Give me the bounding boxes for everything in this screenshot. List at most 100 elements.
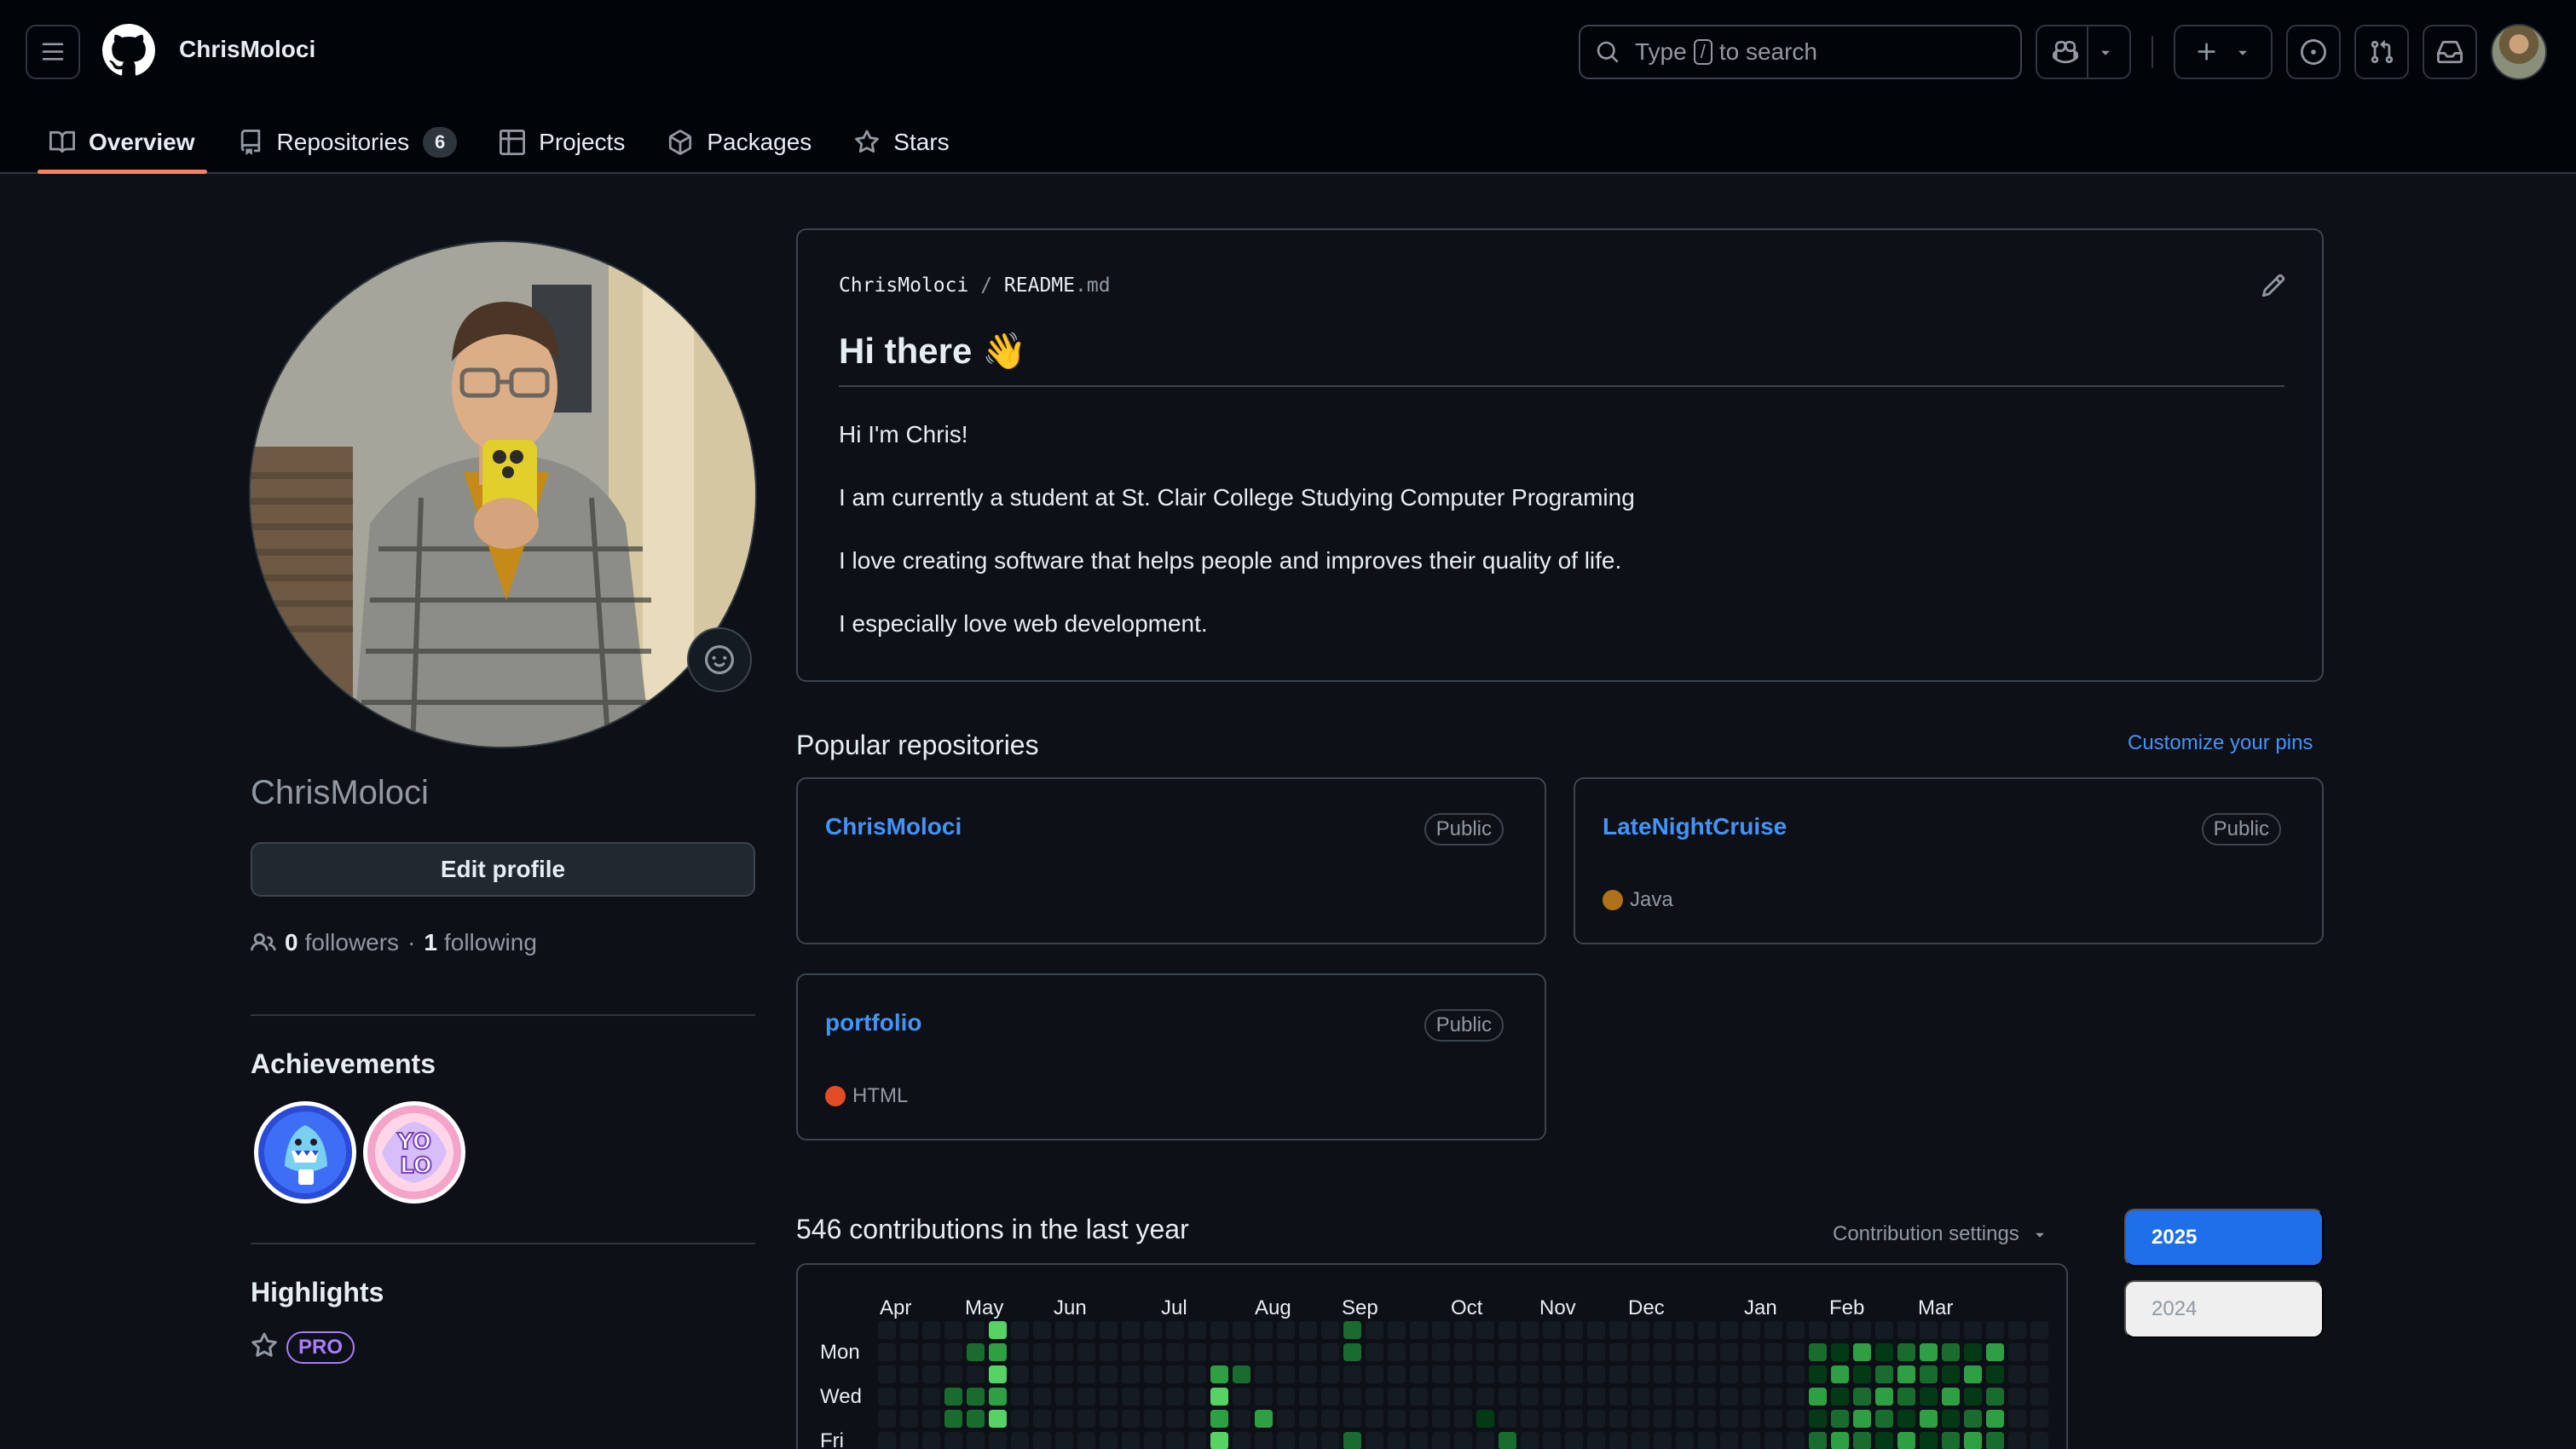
issues-button[interactable] (2286, 25, 2341, 79)
menu-button[interactable] (26, 25, 80, 79)
contribution-day-cell[interactable] (1166, 1410, 1184, 1428)
repo-name-link[interactable]: LateNightCruise (1603, 813, 1787, 840)
contribution-day-cell[interactable] (1986, 1343, 2004, 1361)
contribution-day-cell[interactable] (1410, 1343, 1428, 1361)
contribution-day-cell[interactable] (1609, 1432, 1627, 1449)
contribution-day-cell[interactable] (1787, 1432, 1805, 1449)
contribution-day-cell[interactable] (1720, 1365, 1738, 1383)
contribution-day-cell[interactable] (1122, 1432, 1140, 1449)
contribution-day-cell[interactable] (1831, 1365, 1849, 1383)
contribution-day-cell[interactable] (1897, 1388, 1915, 1406)
contribution-day-cell[interactable] (1277, 1321, 1295, 1339)
contribution-day-cell[interactable] (1964, 1410, 1982, 1428)
contribution-day-cell[interactable] (1543, 1343, 1561, 1361)
contribution-day-cell[interactable] (1033, 1388, 1051, 1406)
contribution-day-cell[interactable] (2030, 1321, 2048, 1339)
contribution-day-cell[interactable] (1698, 1321, 1716, 1339)
contribution-day-cell[interactable] (1853, 1388, 1871, 1406)
contribution-day-cell[interactable] (1166, 1343, 1184, 1361)
contribution-day-cell[interactable] (1986, 1388, 2004, 1406)
contribution-day-cell[interactable] (1011, 1410, 1029, 1428)
contribution-day-cell[interactable] (1587, 1365, 1605, 1383)
contribution-day-cell[interactable] (1100, 1365, 1118, 1383)
contribution-day-cell[interactable] (1188, 1321, 1206, 1339)
following-link[interactable]: 1 following (424, 929, 537, 956)
tab-stars[interactable]: Stars (842, 113, 961, 172)
contribution-day-cell[interactable] (1742, 1388, 1760, 1406)
contribution-day-cell[interactable] (1321, 1365, 1339, 1383)
contribution-day-cell[interactable] (1920, 1388, 1938, 1406)
contribution-day-cell[interactable] (1654, 1365, 1672, 1383)
contribution-day-cell[interactable] (1654, 1410, 1672, 1428)
contribution-day-cell[interactable] (1299, 1410, 1317, 1428)
contribution-day-cell[interactable] (1765, 1343, 1782, 1361)
contribution-day-cell[interactable] (1875, 1343, 1893, 1361)
contribution-day-cell[interactable] (1277, 1388, 1295, 1406)
contribution-day-cell[interactable] (1853, 1432, 1871, 1449)
contribution-day-cell[interactable] (1964, 1432, 1982, 1449)
contribution-day-cell[interactable] (1720, 1343, 1738, 1361)
contribution-day-cell[interactable] (1720, 1321, 1738, 1339)
contribution-day-cell[interactable] (1011, 1388, 1029, 1406)
contribution-day-cell[interactable] (878, 1410, 896, 1428)
contribution-day-cell[interactable] (1920, 1365, 1938, 1383)
contribution-day-cell[interactable] (1144, 1432, 1162, 1449)
user-avatar[interactable] (2491, 24, 2547, 80)
contribution-day-cell[interactable] (1897, 1410, 1915, 1428)
contribution-day-cell[interactable] (1100, 1321, 1118, 1339)
contribution-day-cell[interactable] (2008, 1321, 2026, 1339)
contribution-day-cell[interactable] (1565, 1343, 1583, 1361)
contribution-day-cell[interactable] (1166, 1432, 1184, 1449)
contribution-day-cell[interactable] (989, 1365, 1007, 1383)
contribution-day-cell[interactable] (1410, 1365, 1428, 1383)
contribution-day-cell[interactable] (1809, 1410, 1827, 1428)
contribution-day-cell[interactable] (1077, 1343, 1095, 1361)
contribution-day-cell[interactable] (1609, 1343, 1627, 1361)
contribution-day-cell[interactable] (1875, 1410, 1893, 1428)
contribution-day-cell[interactable] (900, 1365, 918, 1383)
contribution-day-cell[interactable] (1476, 1365, 1494, 1383)
contribution-day-cell[interactable] (1875, 1365, 1893, 1383)
contribution-day-cell[interactable] (1299, 1321, 1317, 1339)
repo-name-link[interactable]: ChrisMoloci (825, 813, 962, 840)
contribution-day-cell[interactable] (1831, 1388, 1849, 1406)
contribution-day-cell[interactable] (1343, 1410, 1361, 1428)
contribution-day-cell[interactable] (1210, 1365, 1228, 1383)
contribution-day-cell[interactable] (1609, 1365, 1627, 1383)
contribution-day-cell[interactable] (900, 1343, 918, 1361)
followers-link[interactable]: 0 followers (285, 929, 399, 956)
contribution-day-cell[interactable] (1698, 1388, 1716, 1406)
contribution-day-cell[interactable] (1654, 1432, 1672, 1449)
readme-path-user[interactable]: ChrisMoloci (839, 274, 968, 297)
contribution-day-cell[interactable] (1233, 1321, 1250, 1339)
contribution-day-cell[interactable] (1742, 1365, 1760, 1383)
contribution-day-cell[interactable] (2030, 1410, 2048, 1428)
contribution-day-cell[interactable] (1565, 1321, 1583, 1339)
contribution-day-cell[interactable] (900, 1410, 918, 1428)
contribution-day-cell[interactable] (1521, 1343, 1539, 1361)
contribution-day-cell[interactable] (878, 1388, 896, 1406)
contribution-day-cell[interactable] (900, 1388, 918, 1406)
contribution-day-cell[interactable] (1033, 1365, 1051, 1383)
contribution-day-cell[interactable] (1343, 1432, 1361, 1449)
contribution-day-cell[interactable] (1521, 1432, 1539, 1449)
contribution-day-cell[interactable] (1809, 1432, 1827, 1449)
contribution-day-cell[interactable] (1499, 1321, 1516, 1339)
contribution-day-cell[interactable] (1875, 1432, 1893, 1449)
contribution-day-cell[interactable] (989, 1321, 1007, 1339)
contribution-day-cell[interactable] (1499, 1365, 1516, 1383)
contribution-day-cell[interactable] (2008, 1432, 2026, 1449)
contribution-day-cell[interactable] (1698, 1343, 1716, 1361)
contribution-settings-button[interactable]: Contribution settings (1833, 1222, 2048, 1246)
contribution-day-cell[interactable] (1787, 1410, 1805, 1428)
contribution-day-cell[interactable] (1033, 1321, 1051, 1339)
readme-path-file[interactable]: README (1004, 274, 1075, 297)
contribution-day-cell[interactable] (1787, 1343, 1805, 1361)
contribution-day-cell[interactable] (1454, 1365, 1472, 1383)
contribution-day-cell[interactable] (1366, 1365, 1383, 1383)
contribution-day-cell[interactable] (1632, 1388, 1649, 1406)
contribution-day-cell[interactable] (2030, 1432, 2048, 1449)
chevron-down-icon[interactable] (2097, 43, 2114, 61)
tab-overview[interactable]: Overview (38, 113, 207, 174)
contribution-day-cell[interactable] (1454, 1432, 1472, 1449)
